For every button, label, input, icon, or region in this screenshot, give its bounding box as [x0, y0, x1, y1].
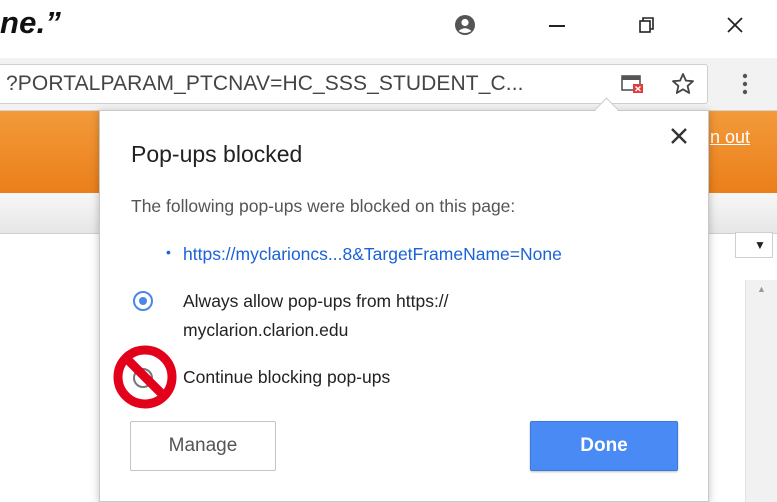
address-bar[interactable]: ?PORTALPARAM_PTCNAV=HC_SSS_STUDENT_C...: [0, 64, 708, 104]
popup-blocked-icon[interactable]: [618, 70, 648, 98]
dialog-close-icon[interactable]: [667, 124, 691, 148]
dialog-description: The following pop-ups were blocked on th…: [131, 196, 516, 216]
always-allow-radio[interactable]: [133, 291, 153, 311]
blocked-popup-link[interactable]: https://myclarioncs...8&TargetFrameName=…: [183, 244, 562, 265]
always-allow-label[interactable]: Always allow pop-ups from https:// mycla…: [183, 287, 449, 345]
minimize-icon[interactable]: [540, 8, 574, 42]
dropdown-arrow-icon[interactable]: ▼: [754, 238, 766, 252]
manage-button[interactable]: Manage: [130, 421, 276, 471]
link-bullet: •: [166, 244, 171, 260]
url-text[interactable]: ?PORTALPARAM_PTCNAV=HC_SSS_STUDENT_C...: [6, 65, 524, 103]
star-icon[interactable]: [668, 70, 698, 98]
done-button[interactable]: Done: [530, 421, 678, 471]
prohibited-sign-icon: [112, 344, 178, 410]
always-allow-label-line1: Always allow pop-ups from https://: [183, 291, 449, 311]
restore-icon[interactable]: [630, 8, 664, 42]
kebab-menu-icon[interactable]: [730, 70, 760, 98]
account-circle-icon[interactable]: [448, 8, 482, 42]
close-icon[interactable]: [718, 8, 752, 42]
page-scrollbar[interactable]: [745, 280, 777, 502]
caption-text: ne.”: [0, 5, 62, 40]
dialog-title: Pop-ups blocked: [131, 141, 303, 167]
scroll-up-arrow-icon[interactable]: ▲: [757, 284, 766, 294]
browser-toolbar: ?PORTALPARAM_PTCNAV=HC_SSS_STUDENT_C...: [0, 58, 777, 111]
always-allow-label-line2: myclarion.clarion.edu: [183, 320, 349, 340]
continue-blocking-label[interactable]: Continue blocking pop-ups: [183, 363, 390, 392]
sign-out-link[interactable]: n out: [710, 127, 750, 148]
